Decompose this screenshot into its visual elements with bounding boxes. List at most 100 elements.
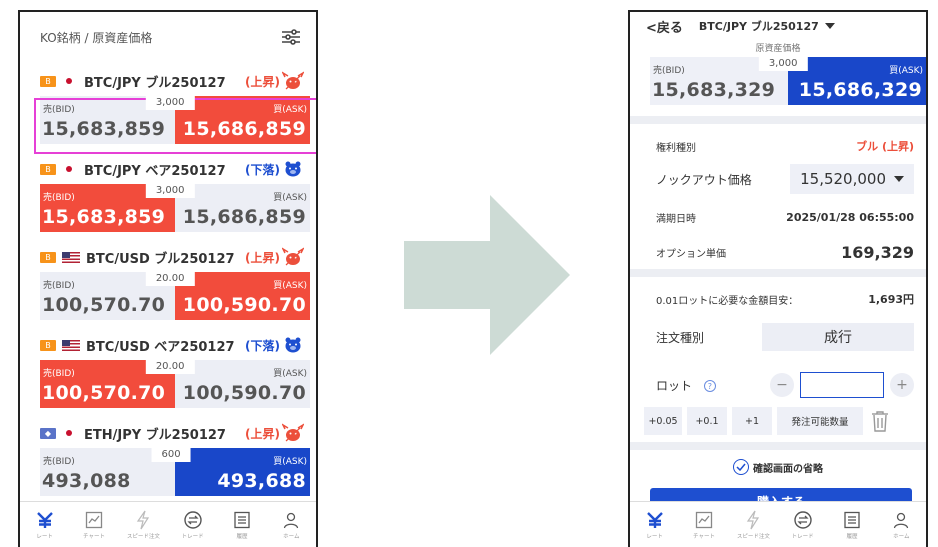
chart-icon — [694, 510, 714, 530]
section-divider — [630, 269, 926, 277]
rate-list-screen: KO銘柄 / 原資産価格 B BTC/JPY ブル250127 (上昇) 売(BID)… — [18, 10, 318, 547]
tab-item[interactable]: チャート — [679, 502, 728, 547]
option-unit-label: オプション単価 — [656, 248, 726, 260]
ask-price: 15,686,859 — [182, 206, 306, 228]
rights-type-row: 権利種別 ブル (上昇) — [656, 136, 914, 156]
spread-value: 600 — [151, 448, 191, 462]
eth-coin-icon: ◆ — [40, 427, 56, 439]
direction-label: (上昇) — [245, 74, 280, 89]
tab-item[interactable]: ホーム — [877, 502, 926, 547]
trash-icon[interactable] — [868, 408, 892, 434]
transition-arrow-icon — [404, 195, 570, 355]
tab-item[interactable]: ホーム — [267, 502, 316, 547]
direction-label: (下落) — [245, 162, 280, 177]
order-type-selector[interactable]: 成行 — [762, 323, 914, 351]
order-type-label: 注文種別 — [656, 330, 705, 345]
lot-input[interactable] — [800, 372, 884, 398]
quick-lot-buttons: +0.05 +0.1 +1 発注可能数量 — [644, 407, 914, 435]
help-icon[interactable]: ? — [703, 380, 716, 392]
instrument-item[interactable]: B BTC/USD ブル250127 (上昇) 売(BID) 100,570.70 20.… — [20, 242, 316, 330]
confirm-skip-label: 確認画面の省略 — [753, 463, 823, 475]
bid-price: 493,088 — [42, 470, 131, 492]
instrument-item[interactable]: B BTC/USD ベア250127 (下落) 売(BID) 100,570.70 20.… — [20, 330, 316, 418]
tab-item[interactable]: 履歴 — [827, 502, 876, 547]
tab-label: チャート — [83, 533, 105, 540]
ask-label: 買(ASK) — [273, 193, 307, 203]
tab-item[interactable]: レート — [20, 502, 69, 547]
jp-flag-icon — [62, 76, 76, 87]
tab-label: トレード — [791, 533, 814, 540]
chevron-down-icon[interactable] — [824, 23, 835, 29]
chart-icon — [84, 510, 104, 530]
home-icon — [891, 510, 911, 530]
ask-box[interactable]: 買(ASK) 100,590.70 — [175, 272, 310, 320]
direction-label: (下落) — [245, 338, 280, 353]
filter-settings-icon[interactable] — [280, 26, 302, 48]
spread-value: 3,000 — [758, 57, 808, 71]
section-divider — [630, 116, 926, 124]
chevron-down-icon — [894, 176, 904, 182]
ask-box[interactable]: 買(ASK) 493,688 — [175, 448, 310, 496]
tab-label: スピード注文 — [736, 533, 770, 540]
order-quote: 売(BID) 15,683,329 3,000 買(ASK) 15,686,32… — [650, 57, 926, 105]
tab-item[interactable]: スピード注文 — [729, 502, 778, 547]
increment-button[interactable]: + — [890, 373, 914, 397]
ask-box[interactable]: 買(ASK) 15,686,859 — [175, 96, 310, 144]
lot-label-wrap: ロット ? — [656, 377, 716, 394]
instrument-title[interactable]: BTC/JPY ブル250127 — [699, 18, 819, 34]
ask-box[interactable]: 買(ASK) 15,686,329 — [788, 57, 926, 105]
add-lot-button[interactable]: +0.05 — [644, 407, 682, 435]
lightning-icon — [743, 510, 763, 530]
ask-label: 買(ASK) — [273, 281, 307, 291]
bull-icon — [282, 423, 304, 442]
rate-list-header: KO銘柄 / 原資産価格 — [20, 12, 316, 62]
ask-price: 15,686,859 — [182, 118, 306, 140]
yen-rate-icon — [645, 510, 665, 530]
order-type-row: 注文種別 成行 — [656, 322, 914, 352]
ask-label: 買(ASK) — [273, 105, 307, 115]
tab-item[interactable]: チャート — [69, 502, 118, 547]
bid-label: 売(BID) — [43, 105, 75, 115]
ask-box[interactable]: 買(ASK) 15,686,859 — [175, 184, 310, 232]
tab-label: チャート — [693, 533, 715, 540]
tab-label: レート — [646, 533, 663, 540]
instrument-item[interactable]: ◆ ETH/JPY ブル250127 (上昇) 売(BID) 493,088 600 買(A… — [20, 418, 316, 506]
tab-label: ホーム — [283, 533, 300, 540]
instrument-header: B BTC/JPY ブル250127 (上昇) — [20, 66, 316, 96]
page-title: KO銘柄 / 原資産価格 — [40, 30, 153, 45]
max-orderable-button[interactable]: 発注可能数量 — [777, 407, 863, 435]
quote-row: 売(BID) 15,683,859 3,000 買(ASK) 15,686,859 — [40, 96, 310, 144]
confirm-skip-toggle[interactable]: 確認画面の省略 — [630, 459, 926, 475]
bull-icon — [282, 71, 304, 90]
add-lot-button[interactable]: +1 — [732, 407, 772, 435]
tab-item[interactable]: トレード — [168, 502, 217, 547]
lot-label: ロット — [656, 378, 693, 393]
ask-box[interactable]: 買(ASK) 100,590.70 — [175, 360, 310, 408]
instrument-header: B BTC/USD ベア250127 (下落) — [20, 330, 316, 360]
tab-item[interactable]: レート — [630, 502, 679, 547]
order-screen: <戻る BTC/JPY ブル250127 原資産価格 売(BID) 15,683… — [628, 10, 928, 547]
us-flag-icon — [62, 339, 80, 351]
home-icon — [281, 510, 301, 530]
instrument-item[interactable]: B BTC/JPY ブル250127 (上昇) 売(BID) 15,683,859 3,0… — [20, 66, 316, 154]
instrument-item[interactable]: B BTC/JPY ベア250127 (下落) 売(BID) 15,683,859 3,0… — [20, 154, 316, 242]
add-lot-button[interactable]: +0.1 — [687, 407, 727, 435]
spread-value: 20.00 — [145, 360, 195, 374]
direction-label: (上昇) — [245, 250, 280, 265]
underlying-price-label: 原資産価格 — [755, 44, 801, 54]
tab-item[interactable]: トレード — [778, 502, 827, 547]
quote-row: 売(BID) 100,570.70 20.00 買(ASK) 100,590.70 — [40, 272, 310, 320]
knockout-price-label: ノックアウト価格 — [656, 172, 752, 187]
jp-flag-icon — [62, 164, 76, 175]
instrument-header: B BTC/JPY ベア250127 (下落) — [20, 154, 316, 184]
instrument-name: BTC/JPY ブル250127 — [84, 75, 226, 91]
rights-type-label: 権利種別 — [656, 142, 696, 154]
tab-item[interactable]: 履歴 — [217, 502, 266, 547]
bid-price: 100,570.70 — [42, 382, 166, 404]
bid-price: 15,683,329 — [652, 79, 776, 101]
tab-item[interactable]: スピード注文 — [119, 502, 168, 547]
decrement-button[interactable]: − — [770, 373, 794, 397]
back-button[interactable]: <戻る — [646, 17, 683, 36]
knockout-price-select[interactable]: 15,520,000 — [790, 164, 914, 194]
expiry-label: 満期日時 — [656, 213, 696, 225]
